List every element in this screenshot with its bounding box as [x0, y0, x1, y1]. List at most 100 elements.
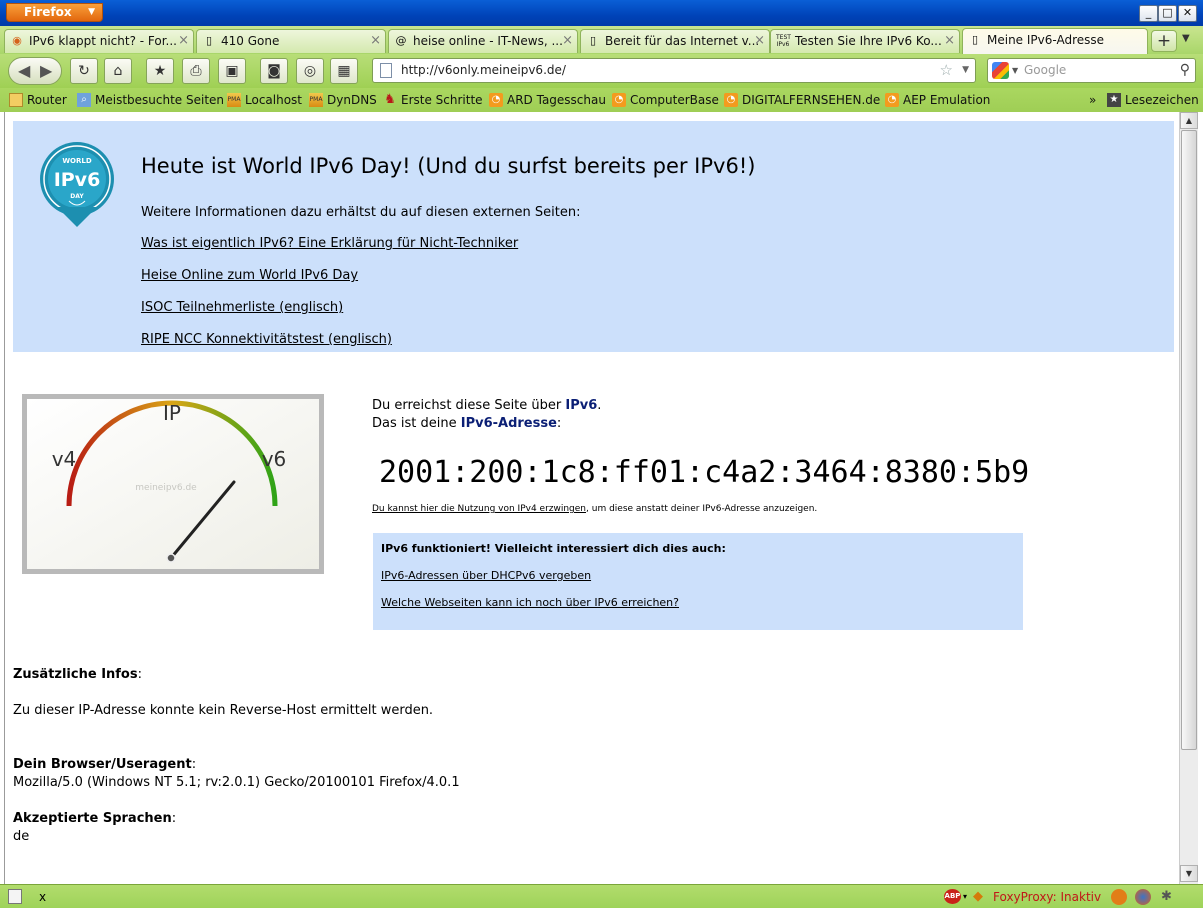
close-icon[interactable]: × — [370, 30, 381, 52]
search-input[interactable]: ▼ Google ⚲ — [987, 58, 1196, 83]
screenshot-icon[interactable]: ▣ — [218, 58, 246, 84]
tab-label: Testen Sie Ihre IPv6 Ko... — [795, 34, 942, 48]
url-bar[interactable]: http://v6only.meineipv6.de/ ☆ ▼ — [372, 58, 976, 83]
link-dhcpv6[interactable]: IPv6-Adressen über DHCPv6 vergeben — [381, 569, 591, 582]
svg-text:DAY: DAY — [70, 193, 84, 200]
print-icon[interactable]: ⎙ — [182, 58, 210, 84]
bookmark-computerbase[interactable]: ◔ ComputerBase — [612, 92, 719, 108]
back-arrow-icon[interactable]: ◀ — [18, 58, 30, 84]
bookmark-label: Localhost — [245, 93, 303, 107]
tab-label: 410 Gone — [221, 34, 280, 48]
minimize-button[interactable]: _ — [1139, 5, 1158, 22]
search-icon[interactable]: ⚲ — [1180, 59, 1190, 82]
panorama-icon[interactable]: ▦ — [330, 58, 358, 84]
tab-test-ipv6[interactable]: TEST IPv6 Testen Sie Ihre IPv6 Ko... × — [770, 29, 960, 53]
bookmark-dyndns[interactable]: PMA DynDNS — [309, 92, 377, 108]
bookmark-label: Router — [27, 93, 67, 107]
google-icon[interactable] — [992, 62, 1009, 79]
tab-meine-ipv6[interactable]: ▯ Meine IPv6-Adresse — [962, 28, 1148, 54]
tab-410-gone[interactable]: ▯ 410 Gone × — [196, 29, 386, 53]
noscript-icon[interactable] — [1111, 889, 1127, 905]
pma-icon: PMA — [309, 93, 323, 107]
bookmark-localhost[interactable]: PMA Localhost — [227, 92, 302, 108]
close-window-button[interactable]: ✕ — [1178, 5, 1197, 22]
svg-text:WORLD: WORLD — [62, 157, 92, 165]
svg-text:IPv6: IPv6 — [54, 169, 101, 191]
firefox-icon[interactable] — [1135, 889, 1151, 905]
tab-heise[interactable]: @ heise online - IT-News, ... × — [388, 29, 578, 53]
back-forward-group: ◀ ▶ — [8, 57, 62, 85]
rss-icon: ◔ — [724, 93, 738, 107]
tab-label: IPv6 klappt nicht? - For... — [29, 34, 177, 48]
firefox-menu-button[interactable]: Firefox ▼ — [6, 3, 103, 22]
scroll-down-icon[interactable]: ▼ — [1180, 865, 1198, 882]
tab-bereit[interactable]: ▯ Bereit für das Internet v... × — [580, 29, 770, 53]
page-icon: ▯ — [971, 33, 979, 46]
link-was-ist-ipv6[interactable]: Was ist eigentlich IPv6? Eine Erklärung … — [141, 236, 518, 251]
foxyproxy-status[interactable]: FoxyProxy: Inaktiv — [993, 889, 1101, 905]
link-ripe-test[interactable]: RIPE NCC Konnektivitätstest (englisch) — [141, 332, 392, 347]
rss-icon: ◔ — [612, 93, 626, 107]
link-isoc-list[interactable]: ISOC Teilnehmerliste (englisch) — [141, 300, 343, 315]
firefox-icon: ♞ — [384, 92, 396, 107]
bookmark-label: DIGITALFERNSEHEN.de — [742, 93, 881, 107]
list-all-tabs-icon[interactable]: ▼ — [1182, 33, 1190, 44]
chevron-down-icon[interactable]: ▾ — [963, 889, 967, 905]
adblock-plus-icon[interactable]: ABP — [944, 889, 961, 904]
page-icon — [380, 63, 392, 78]
close-icon[interactable]: × — [562, 30, 573, 52]
link-heise-ipv6-day[interactable]: Heise Online zum World IPv6 Day — [141, 268, 358, 283]
new-tab-button[interactable]: + — [1151, 30, 1177, 52]
bookmark-label: AEP Emulation — [903, 93, 991, 107]
url-text: http://v6only.meineipv6.de/ — [401, 63, 566, 77]
chevron-down-icon[interactable]: ▼ — [1012, 59, 1018, 82]
close-addon-bar-button[interactable]: x — [39, 889, 46, 905]
addon-bar-icon[interactable] — [8, 889, 22, 904]
bookmark-router[interactable]: Router — [9, 92, 67, 108]
bookmarks-overflow-button[interactable]: » — [1089, 92, 1096, 108]
close-icon[interactable]: × — [754, 30, 765, 52]
page-title: Heute ist World IPv6 Day! (Und du surfst… — [141, 154, 756, 178]
folder-icon — [9, 93, 23, 107]
bookmark-star-icon[interactable]: ☆ — [940, 59, 953, 82]
bookmark-label: Erste Schritte — [401, 93, 483, 107]
bookmark-meistbesuchte[interactable]: ⌕ Meistbesuchte Seiten — [77, 92, 224, 108]
sync-icon[interactable]: ◎ — [296, 58, 324, 84]
reach-line: Du erreichst diese Seite über IPv6. — [372, 398, 602, 413]
bookmarks-icon[interactable]: ★ — [146, 58, 174, 84]
svg-text:IP: IP — [163, 401, 181, 425]
close-icon[interactable]: × — [944, 30, 955, 52]
foxyproxy-icon[interactable]: ◆ — [973, 889, 983, 905]
rss-icon: ◔ — [885, 93, 899, 107]
home-icon[interactable]: ⌂ — [104, 58, 132, 84]
tab-ipv6-forum[interactable]: ◉ IPv6 klappt nicht? - For... × — [4, 29, 194, 53]
close-icon[interactable]: × — [178, 30, 189, 52]
reverse-host-text: Zu dieser IP-Adresse konnte kein Reverse… — [13, 703, 434, 718]
bookmarks-menu-button[interactable]: ★ Lesezeichen — [1107, 92, 1199, 108]
reload-icon[interactable]: ↻ — [70, 58, 98, 84]
address-line: Das ist deine IPv6-Adresse: — [372, 416, 562, 431]
scroll-up-icon[interactable]: ▲ — [1180, 112, 1198, 129]
title-bar: Firefox ▼ _ □ ✕ — [0, 0, 1203, 26]
settings-icon[interactable]: ✱ — [1161, 889, 1172, 905]
forward-arrow-icon[interactable]: ▶ — [40, 58, 52, 84]
link-ipv6-websites[interactable]: Welche Webseiten kann ich noch über IPv6… — [381, 596, 679, 609]
vertical-scrollbar[interactable]: ▲ ▼ — [1179, 112, 1198, 884]
bookmark-ard-tagesschau[interactable]: ◔ ARD Tagesschau — [489, 92, 606, 108]
chevron-down-icon[interactable]: ▼ — [962, 59, 969, 82]
force-ipv4-link[interactable]: Du kannst hier die Nutzung von IPv4 erzw… — [372, 504, 586, 514]
scrollbar-thumb[interactable] — [1181, 130, 1197, 750]
chevron-down-icon: ▼ — [88, 7, 95, 17]
svg-text:v6: v6 — [262, 447, 287, 471]
tab-label: Bereit für das Internet v... — [605, 34, 760, 48]
maximize-button[interactable]: □ — [1158, 5, 1177, 22]
bookmark-aep-emulation[interactable]: ◔ AEP Emulation — [885, 92, 990, 108]
bookmark-erste-schritte[interactable]: ♞ Erste Schritte — [383, 92, 483, 108]
world-ipv6-day-logo: WORLD IPv6 DAY — [40, 142, 114, 227]
addon-icon[interactable]: ◙ — [260, 58, 288, 84]
bookmark-label: Lesezeichen — [1125, 93, 1199, 107]
rss-icon: ◔ — [489, 93, 503, 107]
pma-icon: PMA — [227, 93, 241, 107]
page-content: WORLD IPv6 DAY Heute ist World IPv6 Day!… — [4, 112, 1179, 884]
bookmark-digitalfernsehen[interactable]: ◔ DIGITALFERNSEHEN.de — [724, 92, 880, 108]
